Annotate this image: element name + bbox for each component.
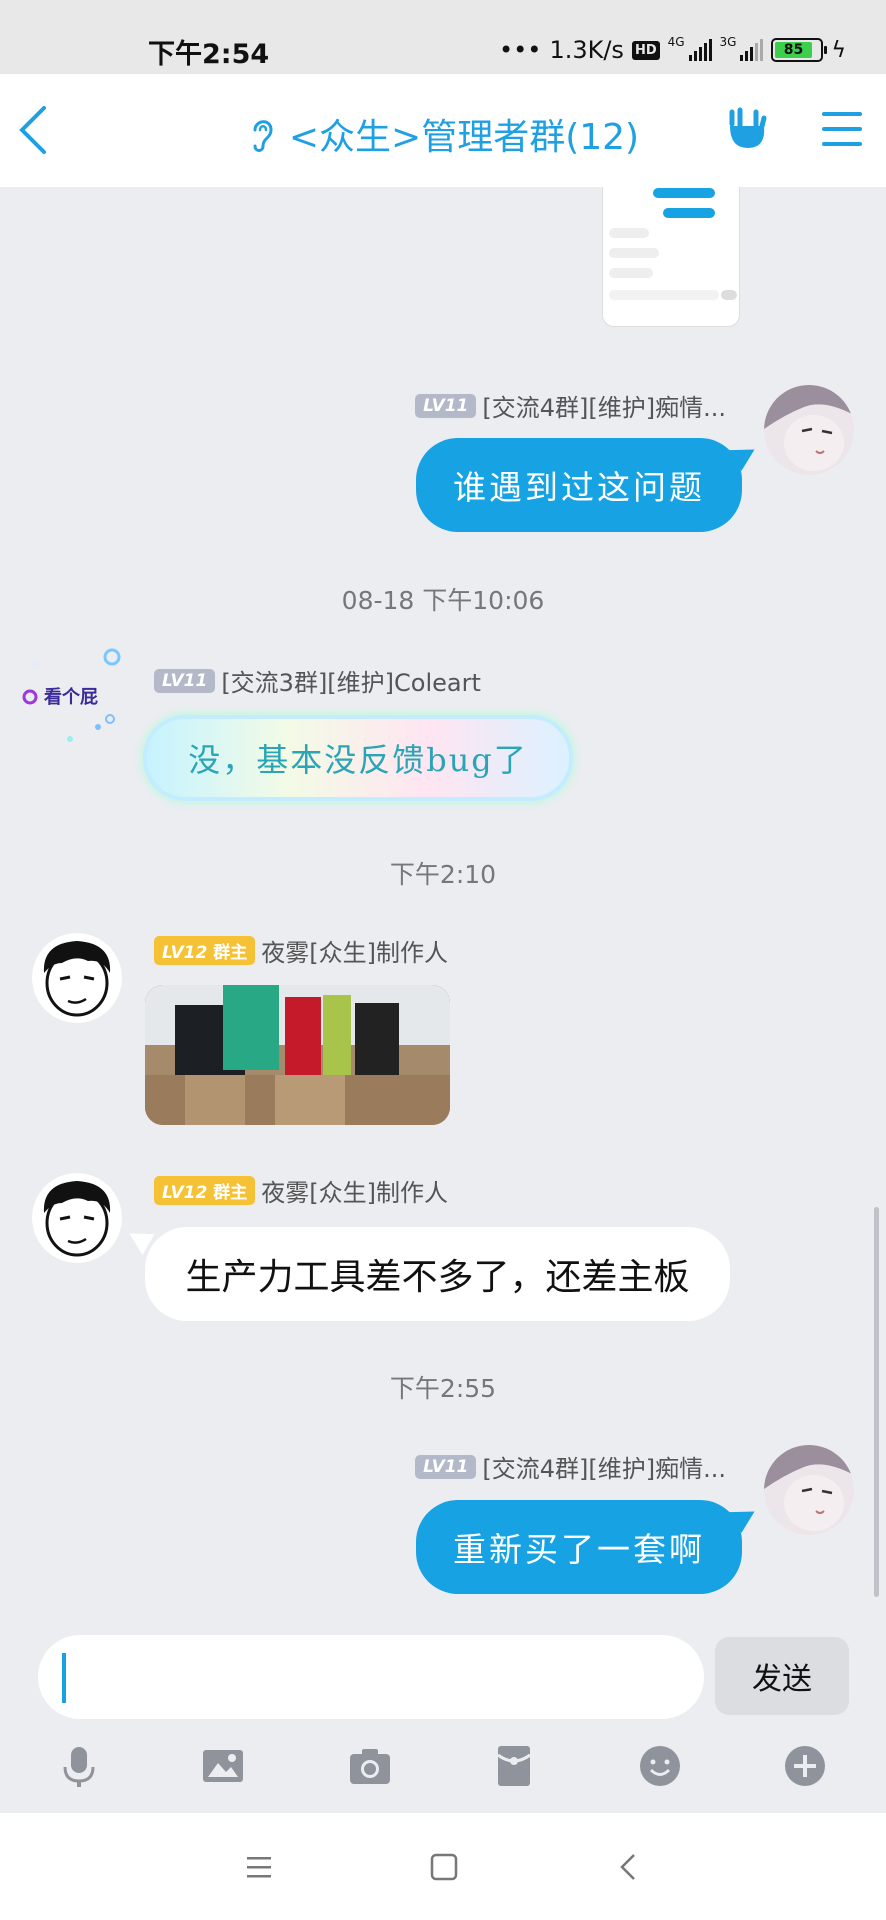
chat-header: <众生>管理者群(12): [0, 74, 886, 187]
charging-icon: ϟ: [831, 37, 846, 63]
ear-icon[interactable]: [247, 114, 277, 154]
timestamp: 08-18 下午10:06: [341, 586, 545, 615]
level-badge: LV11: [415, 1454, 477, 1479]
level-badge: LV12 群主: [154, 1176, 256, 1205]
avatar[interactable]: [32, 1173, 122, 1263]
sender-meta: LV11 [交流3群][维护]Coleart: [154, 663, 481, 698]
send-button[interactable]: 发送: [715, 1637, 849, 1715]
message-image[interactable]: [602, 187, 740, 327]
message-bubble[interactable]: 谁遇到过这问题: [416, 438, 742, 532]
battery-level: 85: [775, 42, 812, 58]
net-speed: 1.3K/s: [549, 36, 624, 64]
avatar[interactable]: 看个屁: [18, 647, 128, 747]
status-indicators: ••• 1.3K/s HD 4G 3G 85 ϟ: [499, 36, 846, 64]
menu-icon[interactable]: [820, 108, 864, 150]
hand-gesture-icon[interactable]: [722, 104, 772, 154]
photo-of-hardware-boxes[interactable]: [145, 985, 450, 1125]
sender-meta: LV12 群主 夜雾[众生]制作人: [154, 1173, 448, 1208]
plus-icon[interactable]: [782, 1743, 828, 1789]
signal-icon: [740, 39, 764, 61]
emoji-icon[interactable]: [637, 1743, 683, 1789]
input-area: 发送: [0, 1623, 886, 1813]
avatar[interactable]: [764, 1445, 854, 1535]
hd-icon: HD: [631, 40, 660, 60]
sim1-label: 4G: [667, 35, 685, 49]
back-nav-icon[interactable]: [614, 1851, 646, 1883]
sender-meta: LV12 群主 夜雾[众生]制作人: [154, 933, 448, 968]
avatar[interactable]: [32, 933, 122, 1023]
chat-area[interactable]: LV11 [交流4群][维护]痴情... 谁遇到过这问题 08-18 下午10:…: [0, 187, 886, 1623]
sender-meta: LV11 [交流4群][维护]痴情...: [415, 388, 726, 423]
sender-name[interactable]: [交流4群][维护]痴情...: [482, 1449, 726, 1484]
timestamp: 下午2:10: [389, 860, 497, 889]
timestamp: 下午2:55: [389, 1374, 497, 1403]
sim2-label: 3G: [719, 35, 737, 49]
camera-icon[interactable]: [347, 1743, 393, 1789]
system-nav-bar: [0, 1813, 886, 1920]
avatar[interactable]: [764, 385, 854, 475]
page-title: <众生>管理者群(12): [288, 117, 640, 158]
sender-name[interactable]: [交流4群][维护]痴情...: [482, 388, 726, 423]
sender-name[interactable]: 夜雾[众生]制作人: [261, 933, 448, 968]
battery-icon: 85: [771, 38, 828, 62]
level-badge: LV11: [154, 668, 216, 693]
message-bubble[interactable]: 没，基本没反馈bug了: [143, 715, 573, 801]
home-icon[interactable]: [428, 1851, 460, 1883]
status-bar: 下午2:54 ••• 1.3K/s HD 4G 3G 85 ϟ: [0, 0, 886, 74]
message-bubble[interactable]: 生产力工具差不多了，还差主板: [145, 1227, 730, 1321]
microphone-icon[interactable]: [56, 1743, 102, 1789]
sender-meta: LV11 [交流4群][维护]痴情...: [415, 1449, 726, 1484]
image-icon[interactable]: [200, 1743, 246, 1789]
level-badge: LV11: [415, 393, 477, 418]
signal-icon: [688, 39, 712, 61]
recents-icon[interactable]: [243, 1851, 275, 1883]
dots-icon: •••: [498, 36, 542, 64]
red-packet-icon[interactable]: [491, 1743, 537, 1789]
scrollbar[interactable]: [874, 1207, 879, 1597]
avatar-badge-text: 看个屁: [44, 687, 98, 708]
sender-name[interactable]: [交流3群][维护]Coleart: [221, 663, 481, 698]
text-caret: [62, 1653, 66, 1703]
status-time: 下午2:54: [148, 39, 270, 70]
sender-name[interactable]: 夜雾[众生]制作人: [261, 1173, 448, 1208]
message-input[interactable]: [38, 1635, 704, 1719]
level-badge: LV12 群主: [154, 936, 256, 965]
message-bubble[interactable]: 重新买了一套啊: [416, 1500, 742, 1594]
